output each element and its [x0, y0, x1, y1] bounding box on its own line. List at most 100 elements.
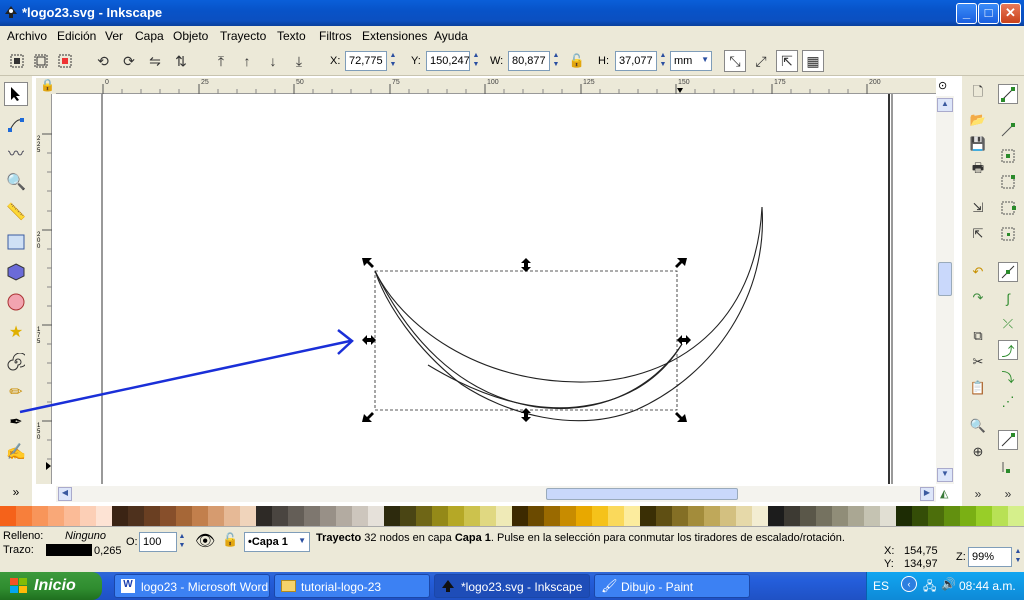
palette-swatch[interactable] — [688, 506, 704, 526]
palette-swatch[interactable] — [592, 506, 608, 526]
cut-icon[interactable]: ✂ — [968, 352, 988, 372]
redo-icon[interactable]: ↷ — [968, 288, 988, 308]
opacity-stepper[interactable]: ▲ ▼ — [177, 532, 187, 552]
task-word[interactable]: Wlogo23 - Microsoft Word — [114, 574, 270, 598]
palette-swatch[interactable] — [208, 506, 224, 526]
palette-swatch[interactable] — [80, 506, 96, 526]
zoom-stepper[interactable]: ▲ ▼ — [1013, 547, 1023, 567]
snap-paths-icon[interactable]: ∫ — [998, 288, 1018, 308]
network-icon[interactable]: 🖧 — [923, 577, 936, 598]
layer-select[interactable]: •Capa 1 ▼ — [244, 532, 310, 552]
palette-swatch[interactable] — [32, 506, 48, 526]
palette-swatch[interactable] — [368, 506, 384, 526]
palette-swatch[interactable] — [784, 506, 800, 526]
palette-swatch[interactable] — [320, 506, 336, 526]
task-folder[interactable]: tutorial-logo-23 — [274, 574, 430, 598]
palette-swatch[interactable] — [1008, 506, 1024, 526]
palette-swatch[interactable] — [432, 506, 448, 526]
snap-enable-icon[interactable] — [998, 84, 1018, 104]
snap-bbox-icon[interactable] — [998, 120, 1018, 140]
palette-swatch[interactable] — [704, 506, 720, 526]
new-document-icon[interactable]: 🗋 — [968, 84, 988, 104]
palette-swatch[interactable] — [752, 506, 768, 526]
zoom-field[interactable]: 99% — [968, 547, 1012, 567]
palette-swatch[interactable] — [448, 506, 464, 526]
collapse-tray-icon[interactable]: ‹ — [901, 576, 917, 592]
scroll-down-button[interactable]: ▼ — [937, 468, 953, 482]
palette-swatch[interactable] — [800, 506, 816, 526]
color-palette[interactable] — [0, 506, 1024, 526]
palette-swatch[interactable] — [832, 506, 848, 526]
save-icon[interactable]: 💾 — [968, 134, 988, 154]
palette-swatch[interactable] — [112, 506, 128, 526]
palette-swatch[interactable] — [128, 506, 144, 526]
palette-swatch[interactable] — [224, 506, 240, 526]
palette-swatch[interactable] — [416, 506, 432, 526]
palette-swatch[interactable] — [464, 506, 480, 526]
snap-bbox-center-icon[interactable] — [998, 224, 1018, 244]
palette-swatch[interactable] — [720, 506, 736, 526]
more-commands-icon[interactable]: » — [968, 484, 988, 504]
palette-swatch[interactable] — [960, 506, 976, 526]
palette-swatch[interactable] — [640, 506, 656, 526]
snap-page-border-icon[interactable] — [998, 456, 1018, 476]
scroll-thumb[interactable] — [938, 262, 952, 296]
print-icon[interactable]: 🖶 — [968, 160, 988, 180]
palette-swatch[interactable] — [96, 506, 112, 526]
more-snap-icon[interactable]: » — [998, 484, 1018, 504]
palette-swatch[interactable] — [256, 506, 272, 526]
palette-swatch[interactable] — [16, 506, 32, 526]
snap-centers-icon[interactable] — [998, 430, 1018, 450]
palette-swatch[interactable] — [480, 506, 496, 526]
snap-smooth-nodes-icon[interactable]: ⤵ — [998, 366, 1018, 386]
eye-icon[interactable]: 👁 — [195, 531, 215, 551]
snap-bbox-midpoints-icon[interactable] — [998, 198, 1018, 218]
task-paint[interactable]: 🖌 Dibujo - Paint — [594, 574, 750, 598]
language-indicator[interactable]: ES — [873, 579, 889, 593]
snap-bbox-edges-icon[interactable] — [998, 146, 1018, 166]
stroke-swatch[interactable] — [46, 544, 92, 556]
volume-icon[interactable]: 🔊 — [941, 577, 956, 591]
zoom-selection-icon[interactable]: 🔍 — [968, 416, 988, 436]
palette-swatch[interactable] — [304, 506, 320, 526]
palette-swatch[interactable] — [992, 506, 1008, 526]
paste-icon[interactable]: 📋 — [968, 378, 988, 398]
palette-swatch[interactable] — [928, 506, 944, 526]
task-inkscape[interactable]: *logo23.svg - Inkscape — [434, 574, 590, 598]
palette-swatch[interactable] — [288, 506, 304, 526]
palette-swatch[interactable] — [176, 506, 192, 526]
copy-icon[interactable]: ⧉ — [968, 326, 988, 346]
palette-swatch[interactable] — [384, 506, 400, 526]
palette-swatch[interactable] — [0, 506, 16, 526]
zoom-drawing-icon[interactable]: ⊕ — [968, 442, 988, 462]
scroll-up-button[interactable]: ▲ — [937, 98, 953, 112]
palette-swatch[interactable] — [240, 506, 256, 526]
palette-swatch[interactable] — [192, 506, 208, 526]
horizontal-scrollbar[interactable]: ◀ ▶ — [56, 486, 936, 502]
palette-swatch[interactable] — [896, 506, 912, 526]
palette-swatch[interactable] — [848, 506, 864, 526]
stroke-width[interactable]: 0,265 — [94, 545, 122, 557]
palette-swatch[interactable] — [944, 506, 960, 526]
layer-lock-icon[interactable]: 🔓 — [222, 532, 238, 548]
palette-swatch[interactable] — [560, 506, 576, 526]
palette-swatch[interactable] — [656, 506, 672, 526]
snap-midpoints-icon[interactable]: ⋰ — [998, 392, 1018, 412]
undo-icon[interactable]: ↶ — [968, 262, 988, 282]
opacity-field[interactable]: 100 — [139, 532, 177, 552]
palette-swatch[interactable] — [576, 506, 592, 526]
snap-cusp-nodes-icon[interactable]: ⤴ — [998, 340, 1018, 360]
palette-swatch[interactable] — [544, 506, 560, 526]
palette-swatch[interactable] — [400, 506, 416, 526]
snap-nodes-icon[interactable] — [998, 262, 1018, 282]
scroll-right-button[interactable]: ▶ — [920, 487, 934, 501]
palette-swatch[interactable] — [912, 506, 928, 526]
export-icon[interactable]: ⇱ — [968, 224, 988, 244]
zoom-fit-icon[interactable]: ⊙ — [938, 79, 947, 92]
palette-swatch[interactable] — [624, 506, 640, 526]
snap-bbox-corners-icon[interactable] — [998, 172, 1018, 192]
palette-swatch[interactable] — [880, 506, 896, 526]
vertical-scrollbar[interactable]: ▲ ▼ — [936, 96, 954, 484]
palette-swatch[interactable] — [672, 506, 688, 526]
palette-swatch[interactable] — [336, 506, 352, 526]
